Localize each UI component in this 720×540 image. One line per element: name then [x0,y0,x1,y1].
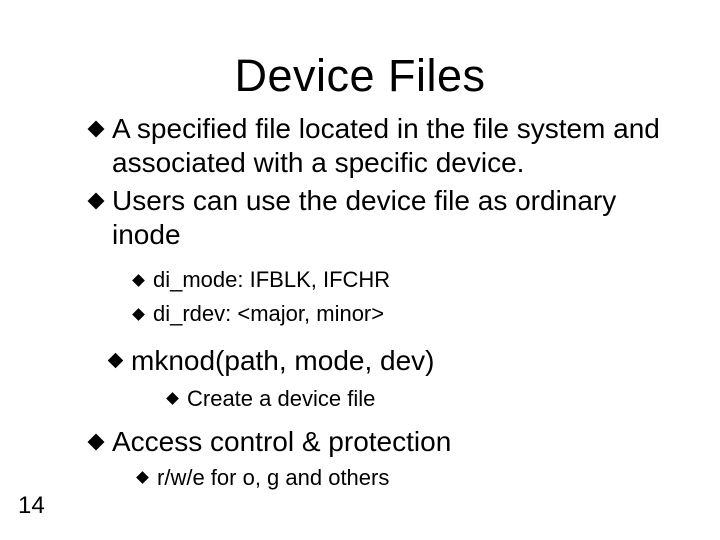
bullet-text: Create a device file [187,386,680,413]
slide-title: Device Files [0,50,720,102]
diamond-bullet-icon [88,193,105,210]
diamond-bullet-icon [132,274,145,287]
bullet-item: A specified file located in the file sys… [90,112,680,180]
bullet-text: Users can use the device file as ordinar… [112,184,680,252]
bullet-item: Access control & protection [90,425,680,459]
bullet-item: Users can use the device file as ordinar… [90,184,680,252]
bullet-text: mknod(path, mode, dev) [131,344,680,378]
slide: Device Files A specified file located in… [0,0,720,540]
diamond-bullet-icon [88,434,105,451]
page-number: 14 [18,492,45,520]
bullet-text: Access control & protection [112,425,680,459]
sub-bullet-item: di_rdev: <major, minor> [134,301,680,328]
bullet-text: di_mode: IFBLK, IFCHR [153,267,680,294]
bullet-text: r/w/e for o, g and others [157,465,680,492]
bullet-item: mknod(path, mode, dev) [110,344,680,378]
bullet-text: di_rdev: <major, minor> [153,301,680,328]
diamond-bullet-icon [166,393,179,406]
diamond-bullet-icon [108,353,124,369]
sub-bullet-item: Create a device file [168,386,680,413]
diamond-bullet-icon [88,121,105,138]
sub-bullet-item: r/w/e for o, g and others [138,465,680,492]
slide-body: A specified file located in the file sys… [90,112,680,492]
diamond-bullet-icon [136,472,149,485]
sub-bullet-item: di_mode: IFBLK, IFCHR [134,267,680,294]
bullet-text: A specified file located in the file sys… [112,112,680,180]
diamond-bullet-icon [132,309,145,322]
